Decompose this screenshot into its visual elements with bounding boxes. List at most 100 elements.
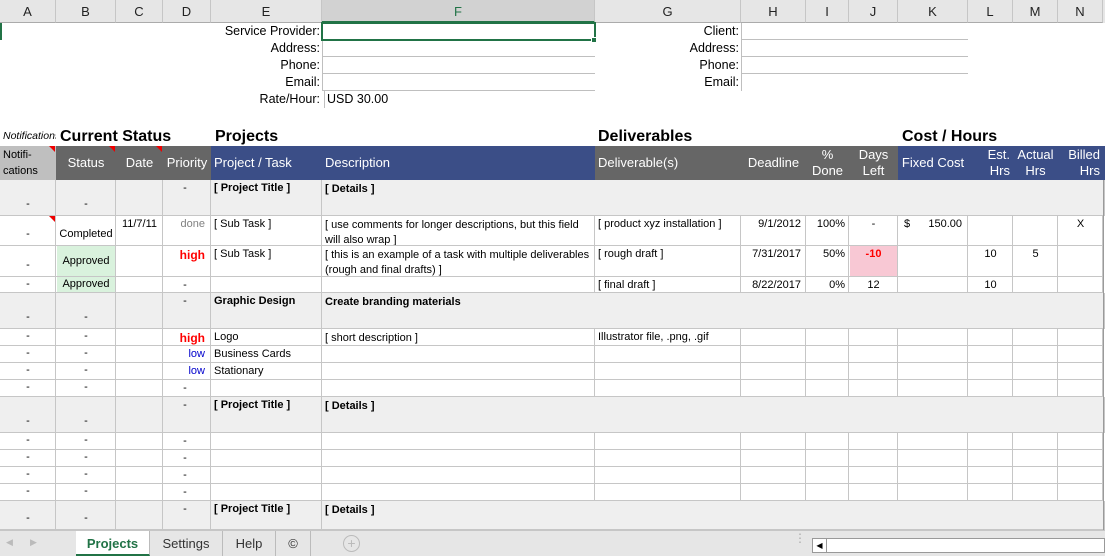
fixed-cost[interactable] [898,248,962,263]
header-notifications[interactable]: Notifi- cations [0,146,56,180]
description[interactable]: [ short description ] [325,331,594,345]
billed-hrs[interactable] [1058,348,1103,363]
task-name[interactable] [214,469,321,484]
billed-hrs[interactable]: X [1058,218,1103,233]
client-input-3[interactable] [741,74,968,91]
date-value[interactable] [116,399,163,413]
column-header-c[interactable]: C [116,0,163,23]
priority-value[interactable]: low [163,348,207,363]
task-name[interactable]: Logo [214,331,321,346]
date-value[interactable] [116,348,163,362]
date-value[interactable] [116,382,163,396]
client-input-0[interactable] [741,23,968,40]
billed-hrs[interactable] [1058,382,1103,397]
est-hrs[interactable]: 10 [968,279,1013,294]
splitter-handle-icon[interactable]: ⋮ [794,532,806,544]
fixed-cost[interactable] [898,365,962,380]
percent-done[interactable] [806,452,845,467]
fixed-cost[interactable] [898,486,962,501]
status-value[interactable]: - [57,415,115,431]
tab-projects[interactable]: Projects [76,531,150,556]
status-value[interactable]: - [57,364,115,380]
column-header-g[interactable]: G [595,0,741,23]
status-value[interactable]: - [57,381,115,397]
status-value[interactable]: - [57,451,115,467]
deliverable[interactable]: Illustrator file, .png, .gif [598,331,740,346]
date-value[interactable] [116,486,163,500]
description[interactable]: [ Details ] [325,503,594,529]
add-sheet-icon[interactable]: + [343,535,360,552]
column-header-h[interactable]: H [741,0,806,23]
date-value[interactable] [116,279,163,293]
task-name[interactable]: Graphic Design [214,295,321,310]
priority-value[interactable]: high [163,331,207,346]
header-est-hrs[interactable]: Est. Hrs [968,146,1013,180]
date-value[interactable] [116,469,163,483]
est-hrs[interactable] [968,365,1013,380]
deliverable[interactable] [598,348,740,363]
deadline[interactable] [741,331,801,346]
status-value[interactable]: - [57,311,115,327]
deadline[interactable] [741,435,801,450]
description[interactable] [325,486,594,500]
column-header-i[interactable]: I [806,0,849,23]
status-value[interactable]: Approved [57,277,115,292]
est-hrs[interactable] [968,486,1013,501]
percent-done[interactable]: 50% [806,248,845,263]
actual-hrs[interactable] [1013,452,1058,467]
status-value[interactable]: - [57,330,115,346]
percent-done[interactable] [806,486,845,501]
fixed-cost[interactable] [898,348,962,363]
header-description[interactable]: Description [322,146,595,180]
column-header-a[interactable]: A [0,0,56,23]
task-name[interactable]: [ Sub Task ] [214,248,321,263]
priority-value[interactable]: low [163,365,207,380]
column-header-f[interactable]: F [322,0,595,23]
provider-input-3[interactable] [322,74,595,91]
priority-value[interactable]: - [163,399,207,414]
description[interactable] [325,382,594,396]
est-hrs[interactable] [968,452,1013,467]
task-name[interactable]: [ Project Title ] [214,503,321,518]
status-value[interactable]: - [57,434,115,450]
column-header-d[interactable]: D [163,0,211,23]
column-header-m[interactable]: M [1013,0,1058,23]
priority-value[interactable]: - [163,503,207,518]
deadline[interactable]: 9/1/2012 [741,218,801,233]
priority-value[interactable]: - [163,382,207,397]
priority-value[interactable]: done [163,218,207,233]
header-deadline[interactable]: Deadline [741,146,806,180]
priority-value[interactable]: - [163,295,207,310]
fixed-cost[interactable] [898,279,962,294]
fixed-cost[interactable]: 150.00 [898,218,962,233]
deliverable[interactable] [598,382,740,397]
status-value[interactable]: - [57,347,115,363]
task-name[interactable]: [ Project Title ] [214,399,321,414]
actual-hrs[interactable] [1013,348,1058,363]
deadline[interactable] [741,382,801,397]
task-name[interactable] [214,452,321,467]
date-value[interactable] [116,365,163,379]
billed-hrs[interactable] [1058,279,1103,294]
billed-hrs[interactable] [1058,331,1103,346]
column-header-e[interactable]: E [211,0,322,23]
deadline[interactable] [741,452,801,467]
column-header-n[interactable]: N [1058,0,1103,23]
actual-hrs[interactable] [1013,331,1058,346]
provider-input-1[interactable] [322,40,595,57]
billed-hrs[interactable] [1058,469,1103,484]
billed-hrs[interactable] [1058,365,1103,380]
deliverable[interactable]: [ final draft ] [598,279,740,294]
comment-indicator-icon[interactable] [156,146,162,152]
deadline[interactable] [741,348,801,363]
date-value[interactable] [116,248,163,262]
est-hrs[interactable]: 10 [968,248,1013,263]
tab-copyright[interactable]: © [276,531,311,556]
client-input-1[interactable] [741,40,968,57]
billed-hrs[interactable] [1058,248,1103,263]
percent-done[interactable] [806,469,845,484]
header-actual-hrs[interactable]: Actual Hrs [1013,146,1058,180]
actual-hrs[interactable] [1013,382,1058,397]
percent-done[interactable] [806,365,845,380]
header-status[interactable]: Status [56,146,116,180]
